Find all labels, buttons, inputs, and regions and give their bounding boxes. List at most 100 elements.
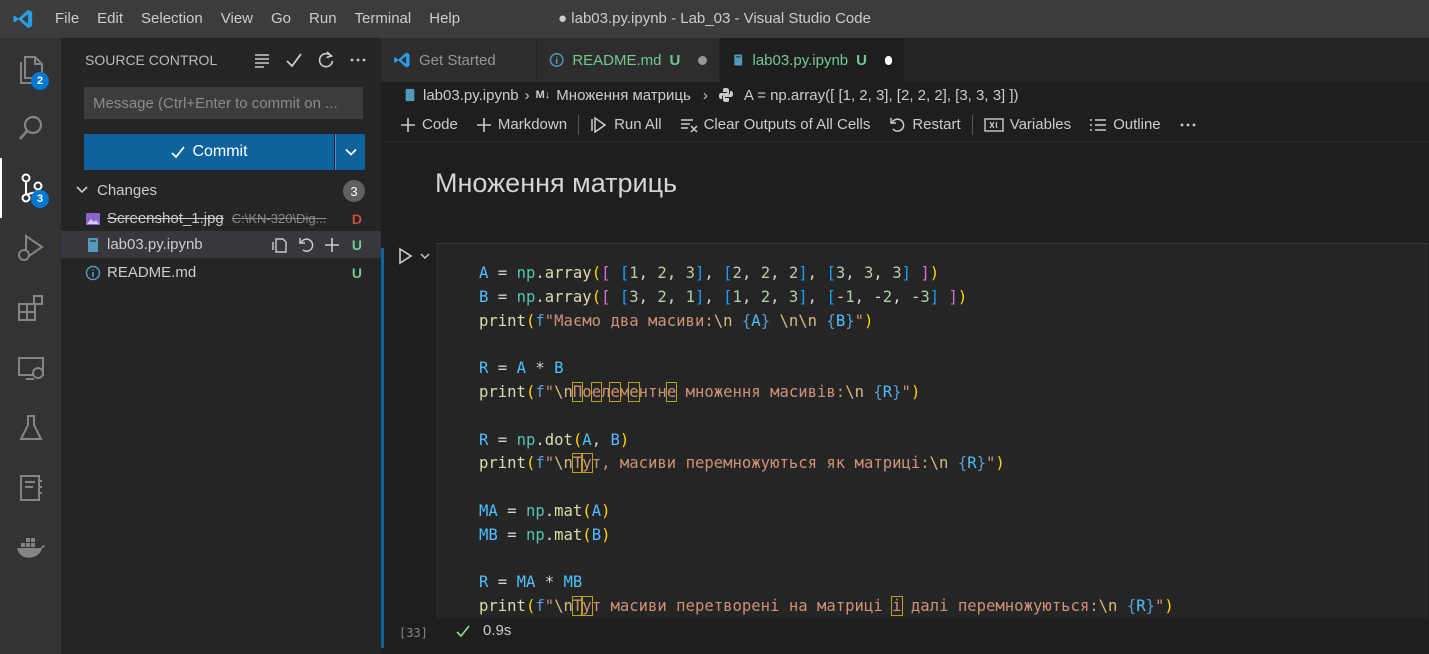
- run-all-label: Run All: [614, 116, 662, 133]
- explorer-badge: 2: [31, 72, 49, 90]
- activity-explorer[interactable]: 2: [0, 40, 61, 100]
- run-all-button[interactable]: Run All: [581, 116, 671, 134]
- execution-status: 0.9s: [455, 622, 511, 639]
- chevron-down-icon: [344, 148, 357, 156]
- tab-label: lab03.py.ipynb: [752, 51, 849, 69]
- file-status-deleted: D: [351, 210, 362, 227]
- refresh-icon[interactable]: [317, 51, 335, 69]
- changes-group-header[interactable]: Changes: [61, 176, 381, 204]
- markdown-heading[interactable]: Множення матриць: [435, 168, 677, 199]
- remote-explorer-icon: [17, 357, 44, 380]
- run-all-icon: [591, 116, 607, 133]
- title-bar: File Edit Selection View Go Run Terminal…: [0, 0, 1429, 38]
- outline-button[interactable]: Outline: [1080, 116, 1170, 133]
- file-status-untracked: U: [351, 264, 362, 281]
- play-icon: [399, 247, 413, 265]
- tab-get-started[interactable]: Get Started: [381, 38, 537, 82]
- restart-label: Restart: [912, 116, 961, 133]
- menu-selection[interactable]: Selection: [132, 0, 212, 38]
- add-markdown-cell-button[interactable]: Markdown: [467, 116, 576, 133]
- menu-run[interactable]: Run: [300, 0, 346, 38]
- menu-terminal[interactable]: Terminal: [346, 0, 421, 38]
- changes-count-badge: 3: [343, 180, 365, 202]
- restart-icon: [890, 117, 905, 132]
- breadcrumb-cell[interactable]: A = np.array([ [1, 2, 3], [2, 2, 2], [3,…: [744, 87, 1019, 104]
- activity-remote-explorer[interactable]: [0, 338, 61, 398]
- add-markdown-label: Markdown: [497, 116, 568, 133]
- cell-focus-indicator: [381, 248, 384, 648]
- menu-edit[interactable]: Edit: [88, 0, 132, 38]
- outline-label: Outline: [1113, 116, 1161, 133]
- discard-changes-icon[interactable]: [297, 236, 315, 254]
- execution-time: 0.9s: [483, 622, 512, 639]
- success-check-icon: [456, 624, 470, 637]
- menu-view[interactable]: View: [212, 0, 262, 38]
- add-code-label: Code: [422, 116, 458, 133]
- toolbar-divider: [971, 114, 973, 135]
- search-icon: [18, 115, 42, 140]
- file-row-readme[interactable]: README.md U: [61, 259, 381, 286]
- breadcrumb-file[interactable]: lab03.py.ipynb: [423, 87, 519, 104]
- activity-jupyter[interactable]: [0, 458, 61, 518]
- commit-button-label: Commit: [192, 143, 248, 160]
- menu-go[interactable]: Go: [262, 0, 300, 38]
- file-status-untracked: U: [351, 236, 362, 253]
- variables-button[interactable]: Variables: [975, 116, 1080, 133]
- unsaved-dot-icon[interactable]: [698, 55, 707, 65]
- notebook-toolbar: Code Markdown Run All Clear Outputs of A…: [381, 108, 1429, 142]
- notebook-file-icon: [88, 237, 98, 252]
- activity-testing[interactable]: [0, 398, 61, 458]
- list-icon: [1090, 118, 1107, 131]
- changes-label: Changes: [97, 181, 158, 199]
- tab-readme[interactable]: README.md U: [537, 38, 720, 82]
- breadcrumb: lab03.py.ipynb › M↓ Множення матриць › A…: [381, 82, 1429, 108]
- editor-area: Get Started README.md U lab03.py.ipynb U…: [381, 38, 1429, 654]
- chevron-down-icon: [76, 186, 88, 194]
- clear-outputs-label: Clear Outputs of All Cells: [703, 116, 871, 133]
- breadcrumb-section[interactable]: Множення матриць: [556, 87, 691, 104]
- flask-icon: [18, 415, 43, 440]
- commit-dropdown-button[interactable]: [335, 134, 365, 170]
- commit-message-input[interactable]: Message (Ctrl+Enter to commit on ...: [84, 87, 363, 119]
- add-code-cell-button[interactable]: Code: [391, 116, 467, 133]
- info-icon: [85, 265, 101, 280]
- code-editor[interactable]: A = np.array([ [1, 2, 3], [2, 2, 2], [3,…: [479, 262, 1174, 619]
- chevron-down-icon[interactable]: [419, 250, 431, 262]
- tab-label: Get Started: [419, 51, 496, 69]
- clear-outputs-button[interactable]: Clear Outputs of All Cells: [671, 116, 880, 134]
- stage-changes-icon[interactable]: [323, 236, 341, 254]
- menu-help[interactable]: Help: [420, 0, 469, 38]
- activity-extensions[interactable]: [0, 278, 61, 338]
- execution-count: [33]: [399, 626, 428, 640]
- activity-docker[interactable]: [0, 518, 61, 578]
- more-actions-icon[interactable]: [349, 51, 367, 69]
- more-actions-icon[interactable]: [1170, 117, 1206, 133]
- run-cell-button[interactable]: [395, 246, 431, 266]
- notebook-file-icon: [405, 88, 415, 102]
- restart-button[interactable]: Restart: [879, 116, 969, 134]
- notebook-file-icon: [734, 54, 743, 66]
- open-file-icon[interactable]: [271, 236, 289, 254]
- tab-lab03[interactable]: lab03.py.ipynb U: [720, 38, 905, 82]
- view-as-list-icon[interactable]: [253, 51, 271, 69]
- unsaved-dot-icon[interactable]: [884, 55, 892, 65]
- sidebar-header: SOURCE CONTROL: [61, 38, 381, 82]
- file-row-lab03[interactable]: lab03.py.ipynb U: [61, 231, 381, 258]
- menu-file[interactable]: File: [46, 0, 88, 38]
- file-row-screenshot[interactable]: Screenshot_1.jpg C:\KN-320\Dig... D: [61, 205, 381, 232]
- activity-search[interactable]: [0, 98, 61, 158]
- commit-button[interactable]: Commit: [84, 134, 334, 170]
- vscode-logo-icon: [394, 52, 410, 68]
- info-icon: [549, 53, 564, 67]
- vscode-logo-icon[interactable]: [0, 0, 46, 38]
- code-cell[interactable]: A = np.array([ [1, 2, 3], [2, 2, 2], [3,…: [436, 243, 1428, 618]
- tab-status: U: [669, 51, 681, 69]
- activity-run-debug[interactable]: [0, 218, 61, 278]
- check-icon: [171, 146, 186, 159]
- commit-check-icon[interactable]: [285, 51, 303, 69]
- run-debug-icon: [17, 234, 44, 261]
- plus-icon: [476, 117, 491, 132]
- activity-source-control[interactable]: 3: [0, 158, 61, 218]
- chevron-right-icon: ›: [702, 86, 708, 104]
- editor-tabs: Get Started README.md U lab03.py.ipynb U: [381, 38, 1429, 82]
